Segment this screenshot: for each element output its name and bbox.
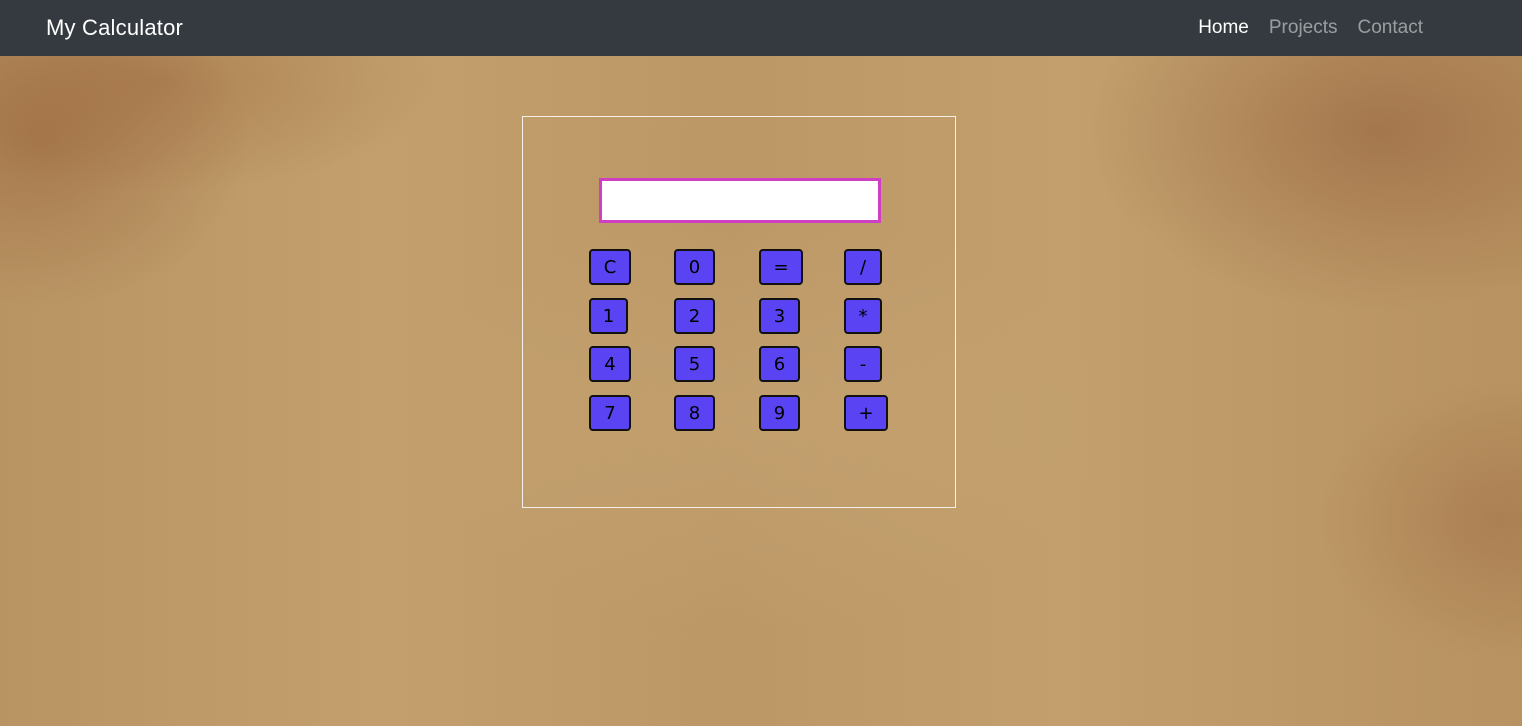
key-8[interactable]: 8 xyxy=(674,395,715,431)
nav-link-home[interactable]: Home xyxy=(1198,17,1249,39)
key-equals[interactable]: = xyxy=(759,249,803,285)
calculator-panel: C 0 = / 1 2 3 * 4 5 6 - 7 8 9 + xyxy=(522,116,956,508)
key-2[interactable]: 2 xyxy=(674,298,715,334)
key-5[interactable]: 5 xyxy=(674,346,715,382)
key-subtract[interactable]: - xyxy=(844,346,882,382)
key-0[interactable]: 0 xyxy=(674,249,715,285)
key-add[interactable]: + xyxy=(844,395,888,431)
nav-links: Home Projects Contact xyxy=(1198,17,1423,39)
nav-link-projects[interactable]: Projects xyxy=(1269,17,1338,39)
key-multiply[interactable]: * xyxy=(844,298,882,334)
key-divide[interactable]: / xyxy=(844,249,882,285)
key-6[interactable]: 6 xyxy=(759,346,800,382)
key-4[interactable]: 4 xyxy=(589,346,631,382)
brand-title[interactable]: My Calculator xyxy=(46,15,183,41)
key-1[interactable]: 1 xyxy=(589,298,628,334)
key-9[interactable]: 9 xyxy=(759,395,800,431)
calculator-display[interactable] xyxy=(599,178,881,223)
nav-link-contact[interactable]: Contact xyxy=(1358,17,1423,39)
key-3[interactable]: 3 xyxy=(759,298,800,334)
navbar: My Calculator Home Projects Contact xyxy=(0,0,1522,56)
key-7[interactable]: 7 xyxy=(589,395,631,431)
key-clear[interactable]: C xyxy=(589,249,631,285)
